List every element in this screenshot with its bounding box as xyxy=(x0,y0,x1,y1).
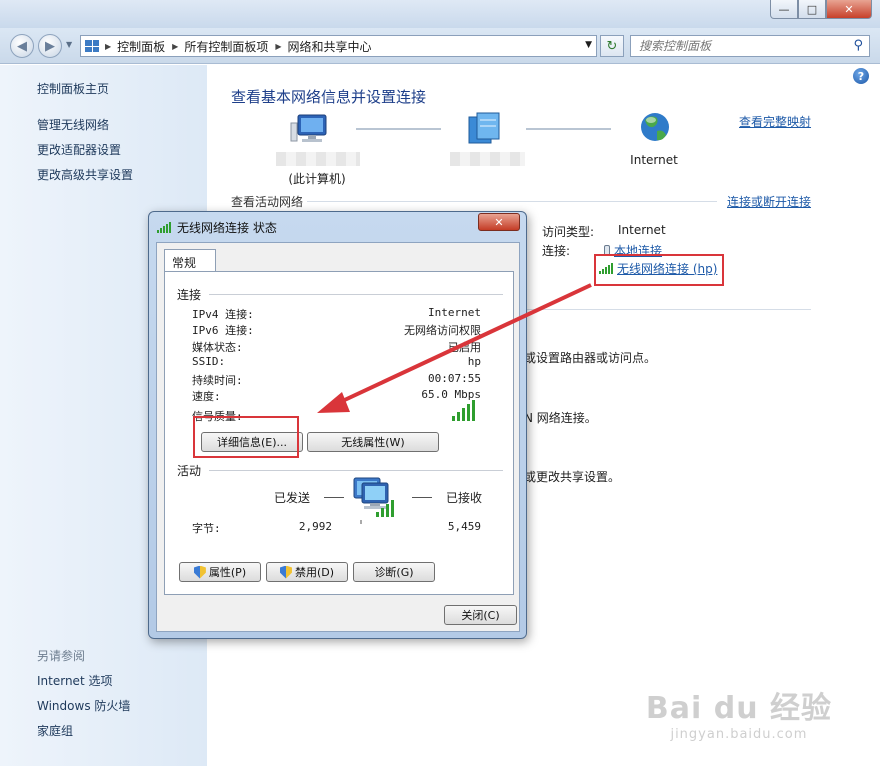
address-field[interactable]: ▶ 控制面板 ▶ 所有控制面板项 ▶ 网络和共享中心 ▼ xyxy=(80,35,597,57)
active-networks-title: 查看活动网络 xyxy=(231,195,304,209)
duration-value: 00:07:55 xyxy=(428,372,481,385)
minimize-button[interactable]: — xyxy=(770,0,798,19)
network-map xyxy=(290,112,669,144)
bytes-sent-value: 2,992 xyxy=(298,520,332,533)
task-text-fragment: 或设置路由器或访问点。 xyxy=(524,351,657,365)
watermark: Bai du 经验 jingyan.baidu.com xyxy=(646,683,832,742)
window-controls: — □ ✕ xyxy=(770,0,872,19)
refresh-button[interactable]: ↻ xyxy=(600,35,624,57)
window-titlebar: — □ ✕ xyxy=(0,0,880,28)
computer-label: (此计算机) xyxy=(288,172,346,186)
internet-label: Internet xyxy=(630,153,678,167)
highlight-box xyxy=(594,254,724,286)
connect-disconnect-link[interactable]: 连接或断开连接 xyxy=(727,193,811,210)
dialog-title: 无线网络连接 状态 xyxy=(177,221,277,235)
signal-strength-icon xyxy=(157,222,171,233)
search-icon[interactable]: ⚲ xyxy=(853,38,863,53)
received-label: 已接收 xyxy=(446,491,483,505)
dialog-titlebar: 无线网络连接 状态 xyxy=(157,219,277,236)
chevron-down-icon[interactable]: ▼ xyxy=(585,40,592,50)
search-input[interactable] xyxy=(631,36,841,56)
recent-pages-dropdown[interactable]: ▼ xyxy=(66,40,72,49)
disable-button[interactable]: 禁用(D) xyxy=(266,562,348,582)
search-box: ⚲ xyxy=(630,35,870,57)
activity-group-title: 活动 xyxy=(177,464,202,478)
gateway-icon xyxy=(468,112,500,144)
highlight-box xyxy=(193,416,299,458)
access-type-label: 访问类型: xyxy=(542,225,595,239)
connections-label: 连接: xyxy=(542,244,571,258)
breadcrumb-item[interactable]: ▶ 所有控制面板项 xyxy=(172,38,268,55)
link-line xyxy=(356,128,441,130)
media-state-value: 已启用 xyxy=(448,341,481,354)
see-also-homegroup[interactable]: 家庭组 xyxy=(37,722,73,739)
breadcrumb-item[interactable]: ▶ 控制面板 xyxy=(105,38,165,55)
tab-general[interactable]: 常规 xyxy=(164,249,216,272)
network-activity-icon xyxy=(353,477,394,524)
connection-group-title: 连接 xyxy=(177,288,202,302)
task-text-fragment: N 网络连接。 xyxy=(524,411,597,425)
chevron-right-icon: ▶ xyxy=(172,41,179,51)
dialog-close-x-button[interactable]: ✕ xyxy=(478,213,520,231)
signal-quality-icon xyxy=(452,400,475,424)
arrow-right-icon: ▶ xyxy=(45,38,55,54)
arrow-left-icon: ◀ xyxy=(17,38,27,54)
computer-name-redacted xyxy=(276,152,360,166)
back-button[interactable]: ◀ xyxy=(10,34,34,58)
sidebar-item-manage-wireless[interactable]: 管理无线网络 xyxy=(37,116,109,133)
globe-icon xyxy=(641,113,669,141)
link-line xyxy=(526,128,611,130)
ssid-value: hp xyxy=(467,355,481,368)
access-type-value: Internet xyxy=(618,223,666,237)
task-text-fragment: 或更改共享设置。 xyxy=(524,470,621,484)
diagnose-button[interactable]: 诊断(G) xyxy=(353,562,435,582)
sent-label: 已发送 xyxy=(274,491,311,505)
control-panel-icon xyxy=(85,40,99,52)
sidebar-item-home[interactable]: 控制面板主页 xyxy=(37,80,109,97)
speed-label: 速度: xyxy=(192,390,221,403)
ipv4-label: IPv4 连接: xyxy=(192,308,254,321)
uac-shield-icon xyxy=(193,565,206,579)
wireless-properties-button[interactable]: 无线属性(W) xyxy=(307,432,439,452)
maximize-button[interactable]: □ xyxy=(798,0,826,19)
dash xyxy=(324,497,344,498)
bytes-label: 字节: xyxy=(192,522,221,535)
chevron-right-icon: ▶ xyxy=(275,41,282,51)
computer-icon xyxy=(290,114,327,142)
address-toolbar: ◀ ▶ ▼ ▶控制面板 ▶所有控制面板项 ▶网络和共享中心 ▼ ↻ ⚲ xyxy=(0,28,880,64)
divider xyxy=(307,201,717,202)
network-name-redacted xyxy=(450,152,525,166)
properties-button[interactable]: 属性(P) xyxy=(179,562,261,582)
divider xyxy=(524,309,811,310)
watermark-url: jingyan.baidu.com xyxy=(670,727,808,742)
bytes-received-value: 5,459 xyxy=(447,520,481,533)
see-also-internet-options[interactable]: Internet 选项 xyxy=(37,672,112,689)
dash xyxy=(412,497,432,498)
duration-label: 持续时间: xyxy=(192,374,243,387)
see-also-firewall[interactable]: Windows 防火墙 xyxy=(37,697,130,714)
forward-button[interactable]: ▶ xyxy=(38,34,62,58)
watermark-brand: Bai du 经验 xyxy=(645,691,832,726)
ssid-label: SSID: xyxy=(192,355,226,368)
wireless-status-dialog: 无线网络连接 状态 ✕ 常规 连接 IPv4 连接: Internet IPv6… xyxy=(148,211,527,639)
refresh-icon: ↻ xyxy=(606,38,618,54)
uac-shield-icon xyxy=(279,565,292,579)
sidebar-item-adapter-settings[interactable]: 更改适配器设置 xyxy=(37,141,121,158)
ipv6-value: 无网络访问权限 xyxy=(404,324,481,337)
ipv6-label: IPv6 连接: xyxy=(192,324,254,337)
media-state-label: 媒体状态: xyxy=(192,341,243,354)
ipv4-value: Internet xyxy=(428,306,481,319)
see-also-title: 另请参阅 xyxy=(37,649,86,663)
chevron-right-icon: ▶ xyxy=(105,41,112,51)
divider xyxy=(209,294,503,295)
sidebar-item-advanced-sharing[interactable]: 更改高级共享设置 xyxy=(37,166,133,183)
close-window-button[interactable]: ✕ xyxy=(826,0,872,19)
close-button[interactable]: 关闭(C) xyxy=(444,605,517,625)
divider xyxy=(209,470,503,471)
breadcrumb-item[interactable]: ▶ 网络和共享中心 xyxy=(275,38,371,55)
